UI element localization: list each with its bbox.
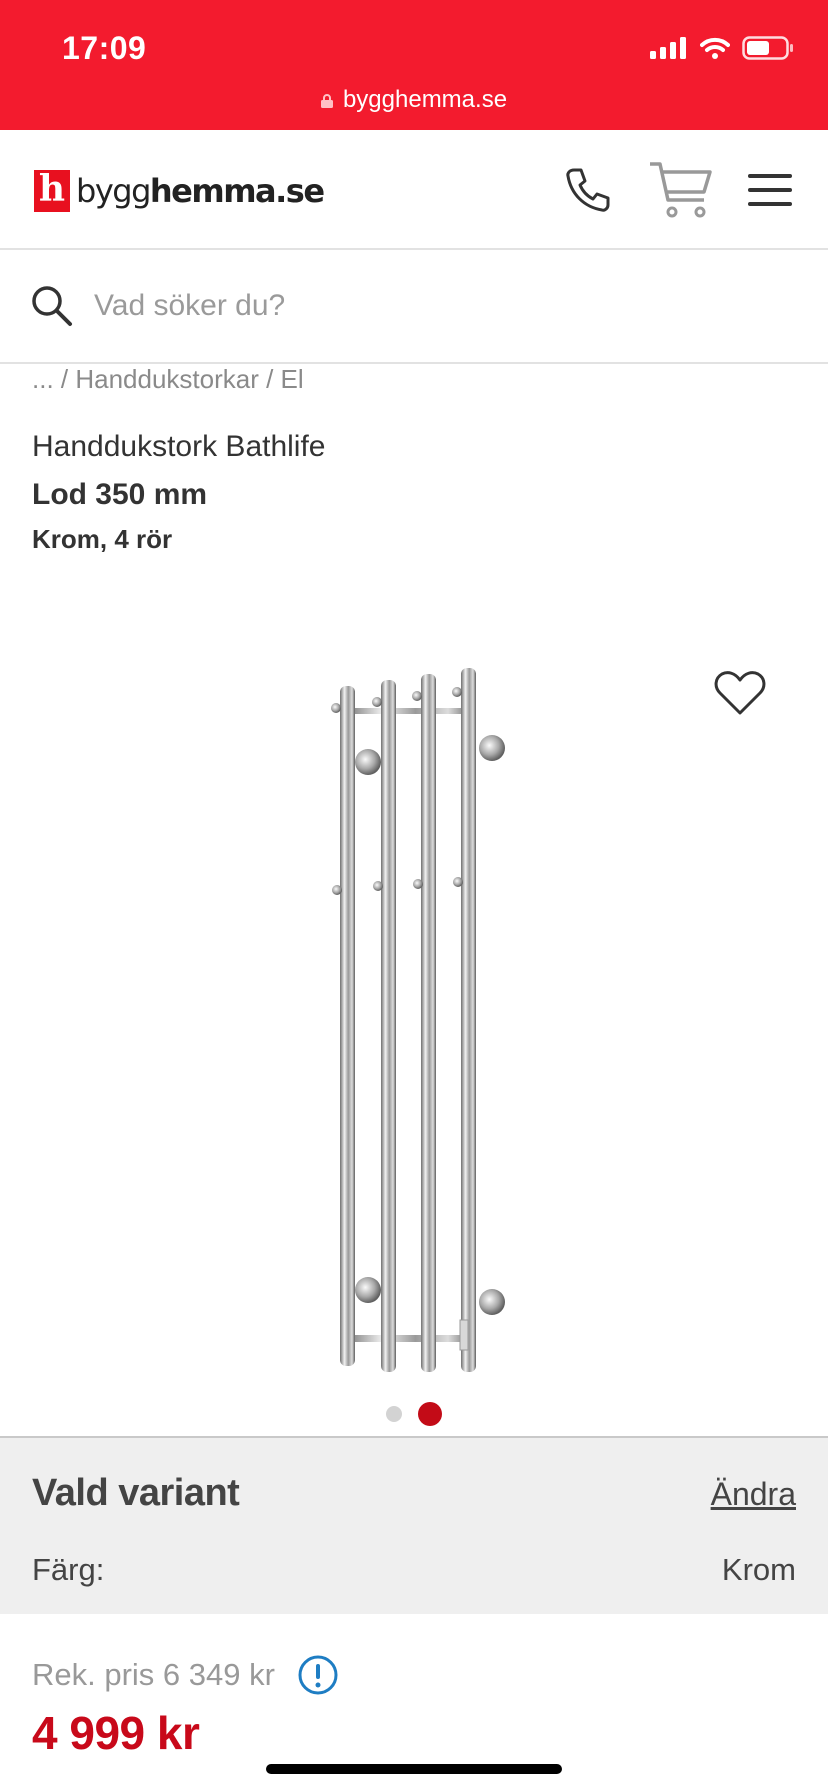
site-header: h bygghemma.se [0, 130, 828, 250]
product-image[interactable] [0, 640, 828, 1400]
breadcrumb[interactable]: ... / Handdukstorkar / El [32, 364, 304, 395]
recommended-price: Rek. pris 6 349 kr [32, 1654, 339, 1696]
address-bar[interactable]: bygghemma.se [0, 86, 828, 114]
search-input[interactable] [94, 289, 694, 323]
home-indicator[interactable] [266, 1764, 562, 1774]
url-text: bygghemma.se [342, 86, 508, 113]
search-icon[interactable] [30, 284, 74, 328]
battery-icon [742, 36, 793, 60]
logo-text: bygghemma.se [76, 172, 325, 210]
info-icon[interactable] [297, 1654, 339, 1696]
system-icons [650, 36, 794, 60]
selected-variant-panel: Vald variant Ändra Färg: Krom [0, 1436, 828, 1614]
change-variant-link[interactable]: Ändra [711, 1476, 796, 1513]
variant-attribute-value: Krom [721, 1552, 796, 1587]
status-bar: 17:09 bygghemma.se [0, 0, 828, 130]
site-logo[interactable]: h bygghemma.se [34, 170, 325, 212]
gallery-dot[interactable] [386, 1406, 402, 1422]
gallery-pagination [0, 1402, 828, 1426]
wifi-icon [700, 37, 730, 59]
logo-mark: h [34, 170, 70, 212]
signal-icon [650, 37, 686, 59]
heart-icon[interactable] [714, 670, 766, 716]
product-image-gallery[interactable] [0, 640, 828, 1400]
variant-title: Vald variant [32, 1472, 240, 1514]
current-price: 4 999 kr [32, 1707, 200, 1759]
product-brand: Handdukstork Bathlife [32, 430, 326, 463]
gallery-dot-active[interactable] [418, 1402, 442, 1426]
status-time: 17:09 [62, 30, 147, 66]
variant-attribute-label: Färg: [32, 1552, 105, 1587]
header-actions [562, 160, 792, 220]
cart-icon[interactable] [648, 160, 714, 220]
search-bar [0, 250, 828, 364]
page-title: Lod 350 mm [32, 478, 208, 511]
lock-icon [320, 94, 333, 108]
product-variant-desc: Krom, 4 rör [32, 524, 173, 554]
menu-icon[interactable] [748, 172, 792, 208]
recommended-price-text: Rek. pris 6 349 kr [32, 1657, 275, 1692]
phone-icon[interactable] [562, 164, 614, 216]
